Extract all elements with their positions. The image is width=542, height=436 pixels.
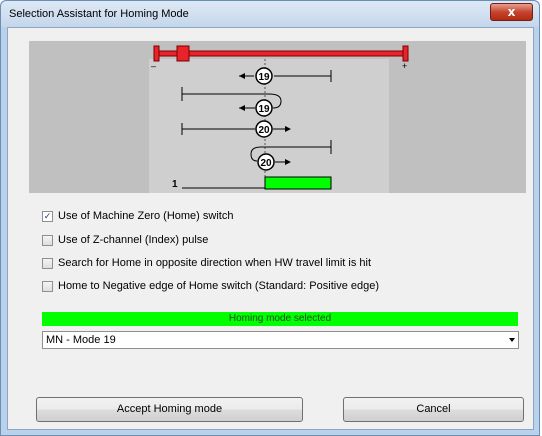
- homing-diagram-graphic: – + 19 19 20 20 1: [29, 41, 526, 193]
- index-signal-label: 1: [172, 179, 178, 190]
- chevron-down-icon[interactable]: [509, 338, 515, 342]
- option-label-negative-edge: Home to Negative edge of Home switch (St…: [58, 280, 379, 292]
- accept-homing-mode-button[interactable]: Accept Homing mode: [36, 397, 303, 422]
- checkbox-opposite-direction[interactable]: [42, 257, 53, 269]
- option-label-machine-zero: Use of Machine Zero (Home) switch: [58, 210, 234, 222]
- option-machine-zero[interactable]: ✓ Use of Machine Zero (Home) switch: [42, 209, 233, 223]
- negative-limit-marker: [153, 45, 160, 62]
- positive-limit-marker: [402, 45, 409, 62]
- title-bar[interactable]: Selection Assistant for Homing Mode x: [1, 1, 539, 27]
- window-title: Selection Assistant for Homing Mode: [9, 8, 189, 20]
- plus-label: +: [402, 61, 407, 71]
- homing-diagram: – + 19 19 20 20 1: [29, 41, 526, 193]
- option-opposite-direction[interactable]: Search for Home in opposite direction wh…: [42, 256, 371, 270]
- checkbox-negative-edge[interactable]: [42, 280, 53, 292]
- mode-label-19a: 19: [258, 72, 270, 83]
- index-signal-high: [264, 176, 332, 190]
- travel-range-bar: [158, 50, 405, 57]
- homing-status-bar: Homing mode selected: [42, 312, 518, 326]
- option-label-opposite-direction: Search for Home in opposite direction wh…: [58, 257, 372, 269]
- close-icon: x: [507, 5, 516, 19]
- dialog-client-area: – + 19 19 20 20 1 ✓ Use of Machine Zero …: [7, 27, 534, 430]
- homing-mode-value: MN - Mode 19: [46, 334, 116, 346]
- close-button[interactable]: x: [490, 3, 533, 21]
- mode-label-19b: 19: [258, 104, 270, 115]
- mode-label-20a: 20: [258, 125, 270, 136]
- homing-assistant-window: Selection Assistant for Homing Mode x – …: [0, 0, 540, 436]
- mode-label-20b: 20: [260, 158, 272, 169]
- homing-mode-select[interactable]: MN - Mode 19: [42, 331, 519, 349]
- checkbox-z-channel[interactable]: [42, 234, 53, 246]
- home-switch-marker: [176, 45, 190, 62]
- option-label-z-channel: Use of Z-channel (Index) pulse: [58, 234, 209, 246]
- minus-label: –: [151, 61, 156, 71]
- checkbox-machine-zero[interactable]: ✓: [42, 210, 53, 222]
- option-negative-edge[interactable]: Home to Negative edge of Home switch (St…: [42, 279, 379, 293]
- option-z-channel[interactable]: Use of Z-channel (Index) pulse: [42, 233, 208, 247]
- cancel-button[interactable]: Cancel: [343, 397, 524, 422]
